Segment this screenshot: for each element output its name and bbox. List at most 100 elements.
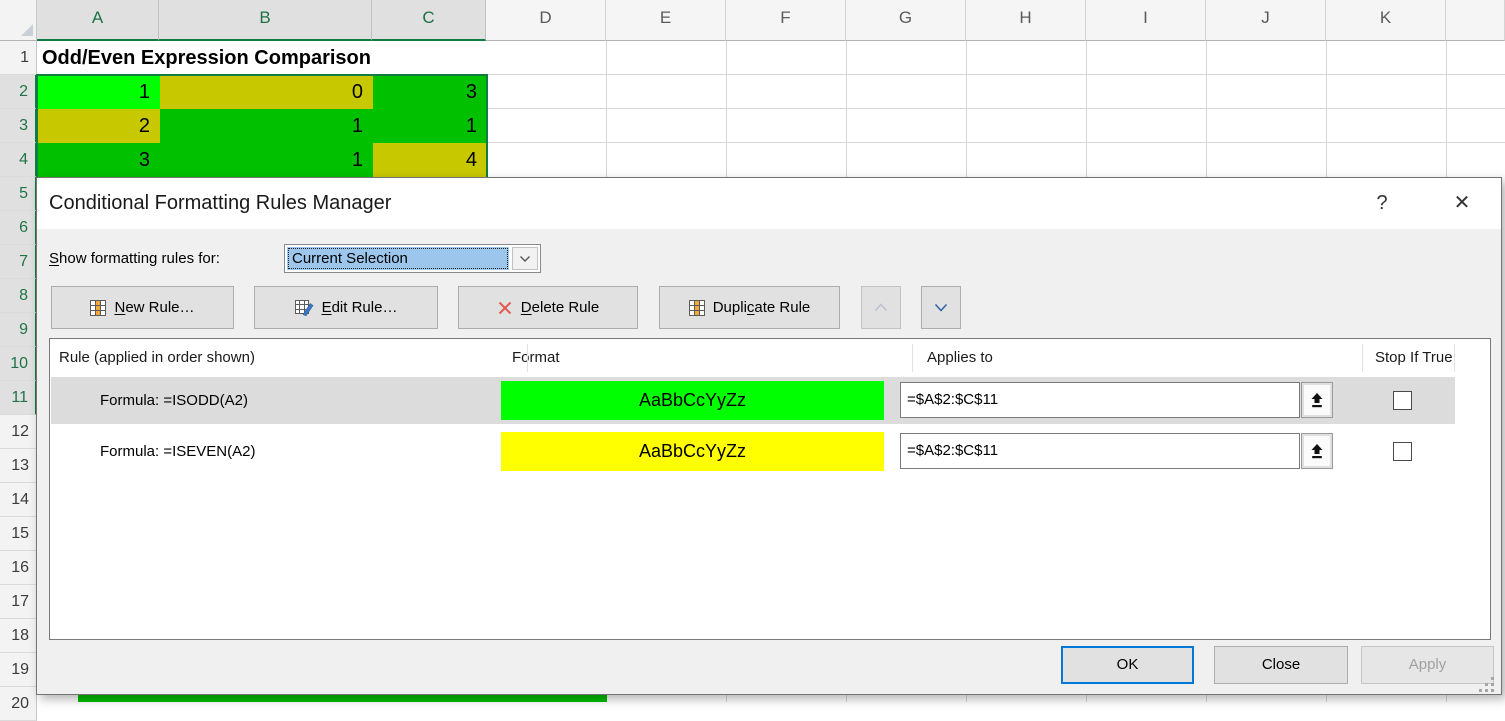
dropdown-arrow-button[interactable]	[512, 247, 538, 270]
column-header-B[interactable]: B	[159, 0, 372, 41]
row-header-8[interactable]: 8	[0, 279, 37, 313]
row-header-19[interactable]: 19	[0, 653, 37, 687]
col-header-format: Format	[512, 339, 560, 377]
column-header-E[interactable]: E	[606, 0, 726, 41]
cell-C4[interactable]: 4	[373, 143, 487, 177]
column-header-partial[interactable]	[1446, 0, 1505, 41]
collapse-dialog-button[interactable]	[1301, 433, 1333, 469]
new-rule-label: New Rule…	[114, 299, 194, 316]
column-header-G[interactable]: G	[846, 0, 966, 41]
col-header-stop: Stop If True	[1375, 339, 1453, 377]
cell-A2[interactable]: 1	[37, 75, 160, 109]
table-grid-icon	[90, 300, 106, 316]
cell-A3[interactable]: 2	[37, 109, 160, 143]
gridline	[1446, 695, 1447, 702]
column-separator	[912, 344, 913, 372]
applies-to-input[interactable]: =$A$2:$C$11	[900, 433, 1300, 469]
rule-description: Formula: =ISODD(A2)	[100, 377, 248, 424]
close-button[interactable]: Close	[1214, 646, 1348, 684]
gridline	[1326, 695, 1327, 702]
delete-rule-label: Delete Rule	[521, 299, 599, 316]
move-rule-down-button[interactable]	[921, 286, 961, 329]
applies-to-input[interactable]: =$A$2:$C$11	[900, 382, 1300, 418]
duplicate-rule-button[interactable]: Duplicate Rule	[659, 286, 840, 329]
row-header-12[interactable]: 12	[0, 415, 37, 449]
format-preview: AaBbCcYyZz	[501, 381, 884, 420]
scope-dropdown[interactable]: Current Selection	[284, 244, 541, 273]
chevron-down-icon	[934, 303, 948, 312]
column-separator	[527, 344, 528, 372]
resize-grip[interactable]	[1478, 676, 1496, 699]
move-rule-up-button[interactable]	[861, 286, 901, 329]
gridline	[1206, 695, 1207, 702]
row-header-1[interactable]: 1	[0, 41, 37, 75]
row20-clipped-cells	[78, 695, 607, 702]
stop-if-true-checkbox[interactable]	[1393, 442, 1412, 461]
cell-A1-title[interactable]: Odd/Even Expression Comparison	[37, 41, 487, 74]
gridline	[966, 695, 967, 702]
row-header-9[interactable]: 9	[0, 313, 37, 347]
rule-row-isodd[interactable]: Formula: =ISODD(A2) AaBbCcYyZz =$A$2:$C$…	[51, 377, 1455, 424]
column-header-C[interactable]: C	[372, 0, 486, 41]
edit-rule-button[interactable]: Edit Rule…	[254, 286, 438, 329]
row-header-10[interactable]: 10	[0, 347, 37, 381]
select-all-triangle-icon	[21, 24, 33, 36]
row-headers: 1234567891011121314151617181920	[0, 41, 37, 721]
row-header-18[interactable]: 18	[0, 619, 37, 653]
column-header-D[interactable]: D	[486, 0, 606, 41]
column-header-K[interactable]: K	[1326, 0, 1446, 41]
column-header-H[interactable]: H	[966, 0, 1086, 41]
row-header-20[interactable]: 20	[0, 687, 37, 721]
gridline	[486, 108, 1505, 109]
dialog-title: Conditional Formatting Rules Manager	[49, 178, 391, 229]
select-all-cell[interactable]	[0, 0, 37, 41]
dialog-titlebar[interactable]: Conditional Formatting Rules Manager ? ✕	[37, 178, 1501, 229]
gridline	[486, 74, 1505, 75]
cell-C2[interactable]: 3	[373, 75, 487, 109]
row-header-7[interactable]: 7	[0, 245, 37, 279]
gridline	[726, 41, 727, 177]
collapse-range-icon	[1310, 443, 1324, 459]
row-header-6[interactable]: 6	[0, 211, 37, 245]
row-header-5[interactable]: 5	[0, 177, 37, 211]
row-header-4[interactable]: 4	[0, 143, 37, 177]
gridline	[966, 41, 967, 177]
column-header-A[interactable]: A	[37, 0, 159, 41]
close-icon[interactable]: ✕	[1445, 187, 1479, 220]
cell-A4[interactable]: 3	[37, 143, 160, 177]
help-icon[interactable]: ?	[1365, 187, 1399, 220]
column-separator	[1362, 344, 1363, 372]
row-header-13[interactable]: 13	[0, 449, 37, 483]
new-rule-button[interactable]: New Rule…	[51, 286, 234, 329]
red-x-icon	[497, 300, 513, 316]
row-header-14[interactable]: 14	[0, 483, 37, 517]
column-header-J[interactable]: J	[1206, 0, 1326, 41]
rule-row-iseven[interactable]: Formula: =ISEVEN(A2) AaBbCcYyZz =$A$2:$C…	[51, 428, 1455, 475]
row-header-3[interactable]: 3	[0, 109, 37, 143]
row-header-2[interactable]: 2	[0, 75, 37, 109]
table-grid-icon	[689, 300, 705, 316]
row-header-17[interactable]: 17	[0, 585, 37, 619]
row-header-11[interactable]: 11	[0, 381, 37, 415]
conditional-formatting-rules-manager-dialog: Conditional Formatting Rules Manager ? ✕…	[36, 177, 1502, 695]
column-header-F[interactable]: F	[726, 0, 846, 41]
format-preview: AaBbCcYyZz	[501, 432, 884, 471]
cell-C3[interactable]: 1	[373, 109, 487, 143]
ok-button[interactable]: OK	[1061, 646, 1194, 684]
stop-if-true-checkbox[interactable]	[1393, 391, 1412, 410]
show-formatting-rules-label: Show formatting rules for:	[49, 244, 220, 273]
column-separator	[1454, 344, 1455, 372]
gridline	[486, 142, 1505, 143]
column-header-I[interactable]: I	[1086, 0, 1206, 41]
cell-B2[interactable]: 0	[160, 75, 373, 109]
row-header-16[interactable]: 16	[0, 551, 37, 585]
gridline	[726, 695, 727, 702]
gridline	[1326, 41, 1327, 177]
cell-B4[interactable]: 1	[160, 143, 373, 177]
chevron-up-icon	[874, 303, 888, 312]
apply-button[interactable]: Apply	[1361, 646, 1494, 684]
delete-rule-button[interactable]: Delete Rule	[458, 286, 638, 329]
row-header-15[interactable]: 15	[0, 517, 37, 551]
cell-B3[interactable]: 1	[160, 109, 373, 143]
collapse-dialog-button[interactable]	[1301, 382, 1333, 418]
